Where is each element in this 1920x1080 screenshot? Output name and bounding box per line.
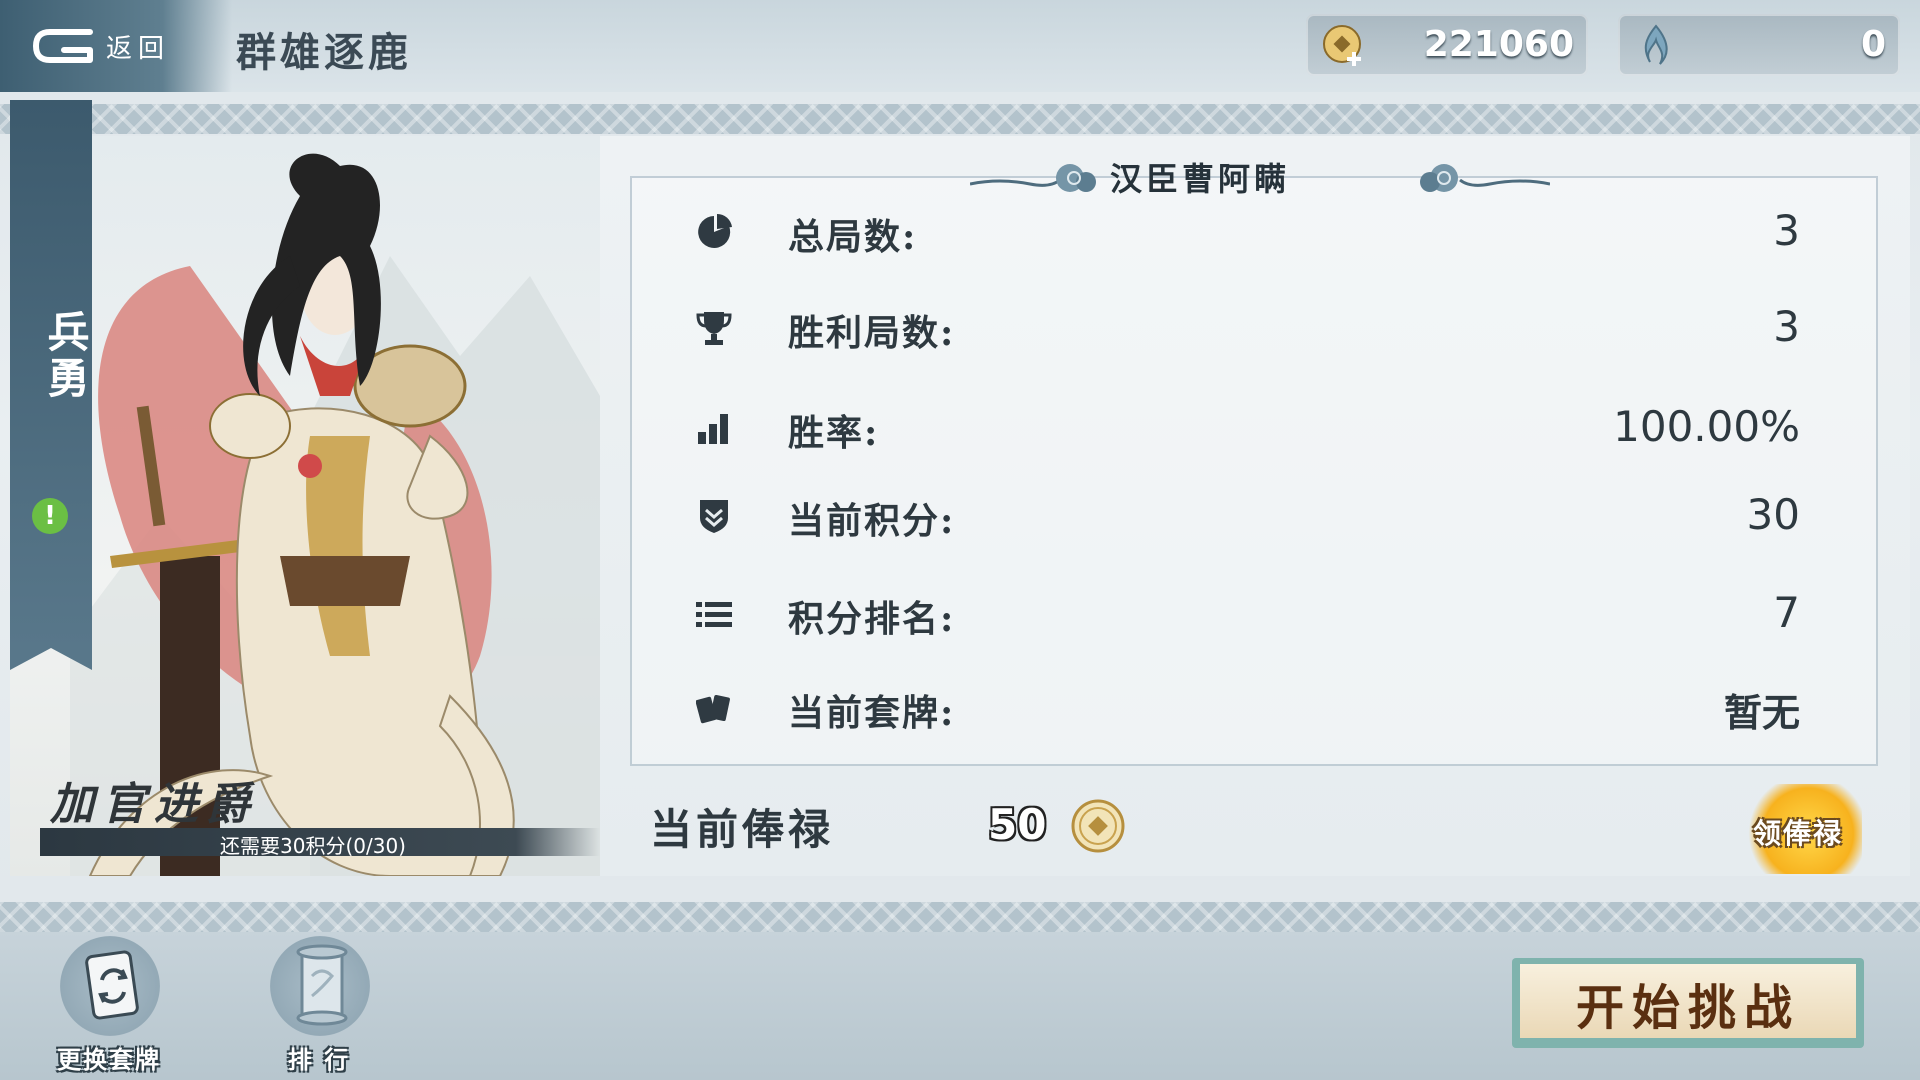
bar-chart-icon [698, 414, 728, 444]
decorative-band-bottom [0, 902, 1920, 932]
coin-add-icon[interactable] [1320, 22, 1368, 70]
stat-row-current-points: 当前积分: 30 [630, 484, 1800, 544]
salary-label: 当前俸禄 [650, 805, 835, 854]
stat-value: 3 [1773, 302, 1800, 351]
stat-label: 当前积分: [788, 500, 956, 542]
stat-row-current-deck: 当前套牌: 暂无 [630, 676, 1800, 736]
ranking-icon-bg [270, 936, 370, 1036]
decorative-band-top [0, 104, 1920, 134]
main-panel: 加官进爵 还需要30积分(0/30) 兵勇 ! 汉臣曹阿瞒 总局数: 3 胜利局… [10, 100, 1910, 876]
claim-salary-label: 领俸禄 [1752, 817, 1843, 850]
pie-chart-icon [698, 214, 732, 248]
jade-balance[interactable]: 0 [1618, 14, 1900, 76]
stat-row-total-games: 总局数: 3 [630, 200, 1800, 260]
hero-portrait[interactable]: 加官进爵 还需要30积分(0/30) [10, 136, 600, 876]
jade-flame-icon [1644, 24, 1668, 65]
stat-label: 积分排名: [788, 598, 956, 640]
change-deck-button[interactable]: 更换套牌 [44, 936, 174, 1076]
salary-value: 50 [988, 800, 1047, 849]
stat-value: 100.00% [1613, 402, 1800, 451]
promotion-title: 加官进爵 [50, 779, 258, 830]
page-title: 群雄逐鹿 [236, 29, 412, 76]
rank-banner-tail [10, 648, 92, 670]
stat-row-wins: 胜利局数: 3 [630, 296, 1800, 356]
cards-icon [696, 694, 730, 724]
stat-value: 7 [1773, 588, 1800, 637]
ranking-button[interactable]: 排 行 [254, 936, 384, 1076]
coin-balance[interactable]: 221060 [1306, 14, 1588, 76]
player-name: 汉臣曹阿瞒 [1110, 160, 1291, 198]
back-arrow-icon [33, 29, 93, 63]
swap-cards-icon [85, 950, 139, 1020]
stat-label: 胜率: [788, 412, 880, 454]
shield-icon [700, 500, 728, 533]
start-challenge-label: 开始挑战 [1575, 980, 1800, 1036]
cloud-ornament-left-icon [970, 164, 1096, 192]
stat-value: 暂无 [1723, 690, 1800, 735]
stat-row-win-rate: 胜率: 100.00% [630, 396, 1800, 456]
stat-value: 3 [1773, 206, 1800, 255]
start-challenge-button[interactable]: 开始挑战 [1512, 958, 1864, 1048]
exclamation-alert-icon[interactable]: ! [32, 498, 68, 534]
back-button[interactable]: 返回 [0, 0, 232, 92]
jade-value: 0 [1860, 24, 1886, 65]
rank-banner: 兵勇 ! [10, 100, 92, 648]
back-label: 返回 [106, 33, 171, 64]
trophy-icon [696, 312, 732, 345]
list-icon [696, 602, 732, 627]
promotion-progress-bar: 还需要30积分(0/30) [40, 828, 600, 858]
hero-illustration [70, 153, 600, 876]
change-deck-label: 更换套牌 [57, 1045, 161, 1074]
stat-value: 30 [1746, 490, 1800, 539]
promotion-progress-text: 还需要30积分(0/30) [220, 834, 406, 858]
stat-label: 胜利局数: [788, 312, 956, 354]
ranking-label: 排 行 [287, 1045, 351, 1074]
top-bar: 返回 群雄逐鹿 221060 0 [0, 0, 1920, 92]
coin-icon [1071, 799, 1125, 853]
stat-row-points-rank: 积分排名: 7 [630, 582, 1800, 642]
coin-value: 221060 [1423, 24, 1574, 65]
cloud-ornament-right-icon [1420, 164, 1550, 192]
scroll-icon [296, 944, 348, 1026]
stat-label: 当前套牌: [788, 692, 956, 734]
change-deck-icon-bg [60, 936, 160, 1036]
stat-label: 总局数: [788, 216, 918, 258]
rank-title: 兵勇 [41, 310, 90, 402]
claim-salary-button[interactable]: 领俸禄 [1742, 784, 1862, 874]
